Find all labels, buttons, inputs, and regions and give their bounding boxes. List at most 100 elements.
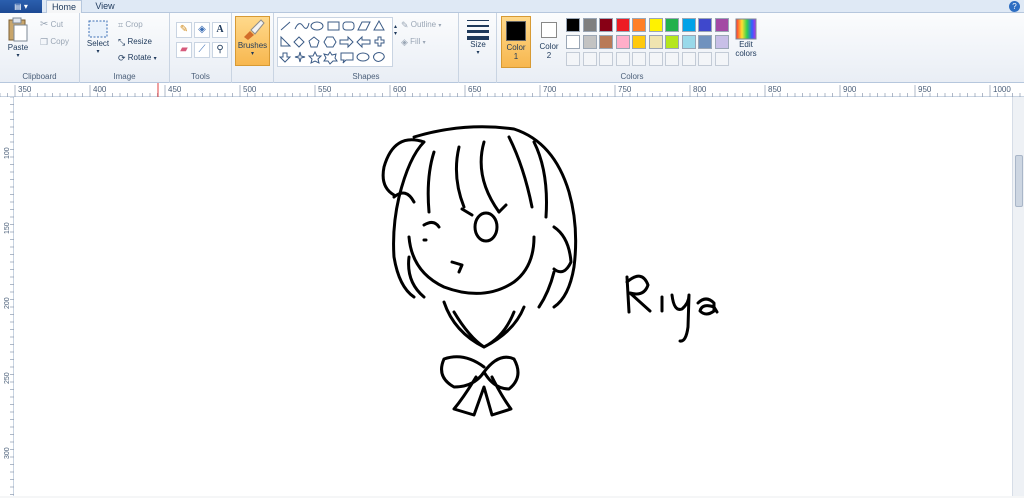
scissors-icon: ✂: [40, 19, 49, 30]
shapes-icon: [278, 19, 385, 65]
color-swatch[interactable]: [714, 18, 729, 32]
color-swatch[interactable]: [665, 35, 679, 49]
color-swatch[interactable]: [665, 18, 679, 32]
color-swatch[interactable]: [681, 18, 696, 32]
ruler-label: 900: [843, 85, 857, 94]
fill-label: Fill: [410, 37, 421, 47]
eraser-icon[interactable]: ▰: [176, 42, 192, 58]
color-swatch[interactable]: [599, 35, 613, 49]
custom-color-slot[interactable]: [582, 52, 597, 66]
custom-color-slot[interactable]: [599, 52, 613, 66]
select-label: Select: [86, 39, 110, 48]
color-swatch[interactable]: [681, 35, 696, 49]
eye-right: [473, 211, 499, 243]
ruler-label: 750: [618, 85, 632, 94]
horizontal-ruler-ticks: 350 400 450 500 550 600 650 700 750 800 850 900 950 1…: [0, 83, 1021, 97]
help-icon[interactable]: ?: [1009, 1, 1020, 12]
color-swatch[interactable]: [615, 18, 630, 32]
paste-button[interactable]: Paste ▾: [3, 17, 33, 67]
resize-icon: ⤡: [118, 37, 126, 47]
rotate-label: Rotate: [127, 53, 152, 63]
copy-button[interactable]: ❐ Copy: [40, 35, 69, 49]
rotate-icon: ⟳: [118, 53, 126, 63]
vertical-scrollbar[interactable]: [1012, 97, 1024, 496]
custom-color-slot[interactable]: [632, 52, 646, 66]
color-swatch[interactable]: [582, 18, 597, 32]
edit-colors-button[interactable]: Edit colors: [731, 18, 761, 68]
image-group-label: Image: [113, 72, 136, 81]
outline-button[interactable]: ✎ Outline ▾: [401, 18, 441, 32]
color1-swatch: [506, 21, 526, 41]
colors-group: Color 1 Color 2 Edit colors Colors: [497, 13, 767, 83]
color-swatch[interactable]: [698, 18, 712, 32]
custom-color-slot[interactable]: [698, 52, 712, 66]
ruler-label: 550: [318, 85, 332, 94]
ruler-label: 200: [4, 297, 11, 309]
crop-button[interactable]: ⌗ Crop: [118, 18, 143, 32]
ruler-label: 400: [93, 85, 107, 94]
custom-color-slot[interactable]: [648, 52, 663, 66]
drawing-canvas[interactable]: [14, 97, 1012, 496]
custom-color-slot[interactable]: [665, 52, 679, 66]
custom-color-slot[interactable]: [615, 52, 630, 66]
paste-icon: [8, 17, 28, 42]
paste-label: Paste: [7, 43, 29, 52]
color-swatch[interactable]: [566, 35, 580, 49]
pencil-icon[interactable]: ✎: [176, 22, 192, 38]
resize-button[interactable]: ⤡ Resize: [118, 35, 152, 49]
application-menu-button[interactable]: ▤ ▾: [0, 0, 42, 13]
brush-icon: [243, 19, 265, 40]
custom-color-slot[interactable]: [714, 52, 729, 66]
cut-button[interactable]: ✂ Cut: [40, 18, 63, 32]
fill-bucket-icon[interactable]: ◈: [194, 22, 210, 38]
color-swatch[interactable]: [632, 18, 646, 32]
ruler-label: 100: [4, 147, 11, 159]
color-swatch[interactable]: [714, 35, 729, 49]
text-tool-icon[interactable]: A: [212, 22, 228, 38]
collar: [442, 300, 526, 349]
magnifier-icon[interactable]: ⚲: [212, 42, 228, 58]
fill-button[interactable]: ◈ Fill ▾: [401, 35, 426, 49]
tab-view[interactable]: View: [88, 0, 122, 13]
horizontal-ruler: 350 400 450 500 550 600 650 700 750 800 850 900 950 1…: [0, 83, 1024, 97]
bow: [440, 355, 520, 417]
ruler-label: 650: [468, 85, 482, 94]
color-picker-icon[interactable]: ⟋: [194, 42, 210, 58]
color1-button[interactable]: Color 1: [501, 16, 531, 68]
tab-home[interactable]: Home: [46, 0, 82, 14]
crop-label: Crop: [125, 20, 143, 30]
ruler-label: 800: [693, 85, 707, 94]
vertical-ruler: 100 150 200 250 300: [0, 96, 14, 496]
color-swatch[interactable]: [648, 35, 663, 49]
color-swatch[interactable]: [632, 35, 646, 49]
custom-color-slot[interactable]: [681, 52, 696, 66]
rotate-button[interactable]: ⟳ Rotate ▾: [118, 51, 157, 65]
color2-button[interactable]: Color 2: [535, 16, 563, 68]
face-outline: [407, 235, 556, 309]
color-swatch[interactable]: [582, 35, 597, 49]
sketch-drawing: [381, 125, 719, 417]
ruler-label: 450: [168, 85, 182, 94]
brushes-button[interactable]: Brushes ▾: [235, 16, 270, 66]
color-swatch[interactable]: [566, 18, 580, 32]
shapes-group-label: Shapes: [352, 72, 380, 81]
ribbon-tab-bar: ▤ ▾ Home View ?: [0, 0, 1024, 14]
shapes-group: ▴ ▾ ✎ Outline ▾ ◈ Fill ▾ Shapes: [274, 13, 459, 83]
ruler-label: 700: [543, 85, 557, 94]
edit-colors-label-2: colors: [735, 49, 757, 58]
vertical-scrollbar-thumb[interactable]: [1015, 155, 1023, 207]
color-swatch[interactable]: [648, 18, 663, 32]
mouth: [450, 260, 464, 274]
ruler-label: 350: [18, 85, 32, 94]
color-swatch[interactable]: [615, 35, 630, 49]
select-button[interactable]: Select ▾: [84, 19, 112, 69]
color-wheel-icon: [735, 18, 757, 40]
shapes-scroll-icon[interactable]: ▴ ▾: [394, 23, 397, 37]
ruler-label: 600: [393, 85, 407, 94]
hair-strands: [392, 135, 573, 274]
custom-color-slot[interactable]: [566, 52, 580, 66]
shapes-gallery[interactable]: [277, 17, 393, 67]
color-swatch[interactable]: [698, 35, 712, 49]
size-button[interactable]: Size ▾: [462, 18, 494, 68]
color-swatch[interactable]: [599, 18, 613, 32]
